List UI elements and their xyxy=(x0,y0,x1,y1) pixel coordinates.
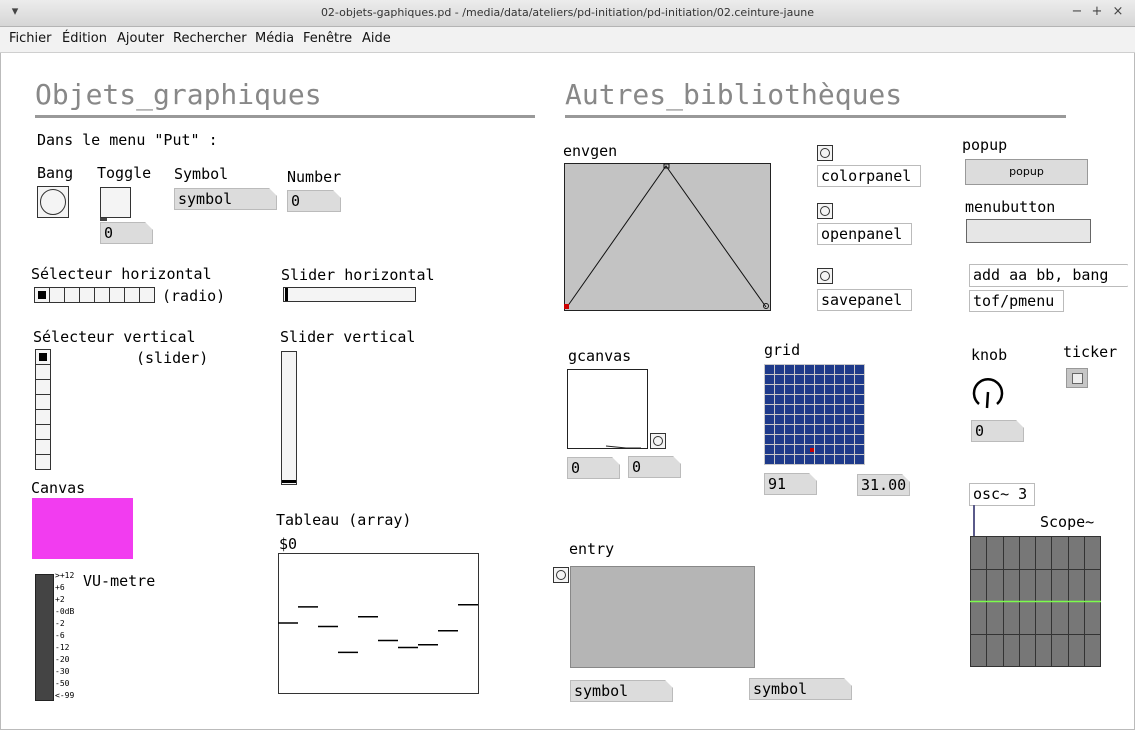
hslider-label: Slider horizontal xyxy=(281,266,435,284)
array-graph[interactable] xyxy=(278,553,479,694)
array-label: Tableau (array) xyxy=(276,511,412,529)
scope[interactable] xyxy=(970,536,1101,667)
hradio-suffix: (radio) xyxy=(162,287,226,305)
signal-cable xyxy=(973,505,975,536)
ticker[interactable] xyxy=(1066,368,1088,388)
array-frame xyxy=(278,553,479,694)
maximize-icon[interactable]: + xyxy=(1088,3,1106,21)
close-icon[interactable]: × xyxy=(1109,3,1127,21)
vslider-knob xyxy=(282,480,296,483)
hslider[interactable] xyxy=(283,287,416,302)
vslider[interactable] xyxy=(281,351,297,485)
toggle-box[interactable] xyxy=(100,187,131,218)
number-atom[interactable]: 0 xyxy=(287,190,341,212)
hradio-selected-mark xyxy=(38,291,46,299)
window-titlebar: ▾ 02-objets-gaphiques.pd - /media/data/a… xyxy=(0,0,1135,27)
ticker-label: ticker xyxy=(1063,343,1118,361)
vu-label: VU-metre xyxy=(83,572,156,590)
vu-scale-label: +6 xyxy=(55,583,65,592)
gcanvas-y[interactable]: 0 xyxy=(628,456,681,478)
scope-label: Scope~ xyxy=(1040,513,1095,531)
message-add[interactable]: add aa bb, bang xyxy=(969,264,1128,287)
vu-scale-label: -30 xyxy=(55,667,70,676)
grid-x[interactable]: 91 xyxy=(764,473,817,495)
savepanel-bang[interactable] xyxy=(817,268,833,284)
vu-scale: >+12 +6 +2 -0dB -2 -6 -12 -20 -30 -50 <-99 xyxy=(55,571,85,701)
colorpanel-bang[interactable] xyxy=(817,145,833,161)
entry-textbox[interactable] xyxy=(570,566,755,668)
vu-scale-label: +2 xyxy=(55,595,65,604)
toggle-label: Toggle xyxy=(97,164,152,182)
canvas-label: Canvas xyxy=(31,479,86,497)
grid-y[interactable]: 31.00 xyxy=(857,474,910,496)
knob-number[interactable]: 0 xyxy=(971,420,1024,442)
tof-pmenu-object[interactable]: tof/pmenu xyxy=(969,290,1064,312)
bang-label: Bang xyxy=(37,164,74,182)
minimize-icon[interactable]: − xyxy=(1068,3,1086,21)
gcanvas-x[interactable]: 0 xyxy=(567,457,620,479)
vu-scale-label: -6 xyxy=(55,631,65,640)
menubutton[interactable] xyxy=(966,219,1091,243)
entry-label: entry xyxy=(569,540,615,558)
symbol-atom[interactable]: symbol xyxy=(174,188,277,210)
vu-meter xyxy=(35,574,54,701)
grid-label: grid xyxy=(764,341,801,359)
menu-media[interactable]: Média xyxy=(255,31,294,46)
canvas-object[interactable] xyxy=(32,498,133,559)
menu-rechercher[interactable]: Rechercher xyxy=(173,31,247,46)
envgen-label: envgen xyxy=(563,142,618,160)
grid[interactable] xyxy=(764,364,865,465)
vradio-label: Sélecteur vertical xyxy=(33,328,196,346)
vslider-label: Slider vertical xyxy=(280,328,416,346)
menu-ajouter[interactable]: Ajouter xyxy=(117,31,164,46)
window-title: 02-objets-gaphiques.pd - /media/data/ate… xyxy=(320,6,815,19)
vu-scale-label: -50 xyxy=(55,679,70,688)
knob[interactable] xyxy=(970,374,1006,412)
gcanvas-bang[interactable] xyxy=(650,433,666,449)
toggle-outlet xyxy=(100,218,107,221)
heading-autres-bibliotheques: Autres_bibliothèques xyxy=(565,78,903,111)
hslider-knob xyxy=(285,288,288,301)
entry-out-symbol-1[interactable]: symbol xyxy=(570,680,673,702)
bang-button[interactable] xyxy=(37,186,69,218)
array-name: $0 xyxy=(279,535,298,553)
popup-label: popup xyxy=(962,136,1008,154)
menu-edition[interactable]: Édition xyxy=(62,31,107,46)
vu-scale-label: -2 xyxy=(55,619,65,628)
menu-fichier[interactable]: Fichier xyxy=(9,31,52,46)
vu-scale-label: <-99 xyxy=(55,691,75,700)
heading-objets-graphiques: Objets_graphiques xyxy=(35,78,322,111)
hradio-label: Sélecteur horizontal xyxy=(31,265,212,283)
knob-label: knob xyxy=(971,346,1008,364)
heading-underline xyxy=(35,115,535,118)
menu-aide[interactable]: Aide xyxy=(362,31,391,46)
entry-bang[interactable] xyxy=(553,567,569,583)
envgen[interactable] xyxy=(564,163,771,311)
menubutton-label: menubutton xyxy=(965,198,1056,216)
osc-object[interactable]: osc~ 3 xyxy=(969,483,1035,506)
vradio-suffix: (slider) xyxy=(136,349,209,367)
openpanel-bang[interactable] xyxy=(817,203,833,219)
grid-cursor xyxy=(810,448,814,452)
envgen-point-start xyxy=(564,304,569,309)
gcanvas-label: gcanvas xyxy=(568,347,632,365)
vradio-selected-mark xyxy=(39,353,47,361)
vu-scale-label: -0dB xyxy=(55,607,75,616)
toggle-number[interactable]: 0 xyxy=(100,222,153,244)
number-label: Number xyxy=(287,168,342,186)
entry-out-symbol-2[interactable]: symbol xyxy=(749,678,852,700)
vu-scale-label: >+12 xyxy=(55,571,75,580)
vu-scale-label: -20 xyxy=(55,655,70,664)
openpanel-object[interactable]: openpanel xyxy=(817,223,912,245)
menu-fenetre[interactable]: Fenêtre xyxy=(303,31,352,46)
savepanel-object[interactable]: savepanel xyxy=(817,289,912,311)
menu-bar: Fichier Édition Ajouter Rechercher Média… xyxy=(0,27,1135,53)
intro-text: Dans le menu "Put" : xyxy=(37,131,218,149)
symbol-label: Symbol xyxy=(174,165,229,183)
colorpanel-object[interactable]: colorpanel xyxy=(817,165,921,187)
popup-button[interactable]: popup xyxy=(965,159,1088,185)
vu-scale-label: -12 xyxy=(55,643,70,652)
heading-underline-right xyxy=(565,115,1066,118)
